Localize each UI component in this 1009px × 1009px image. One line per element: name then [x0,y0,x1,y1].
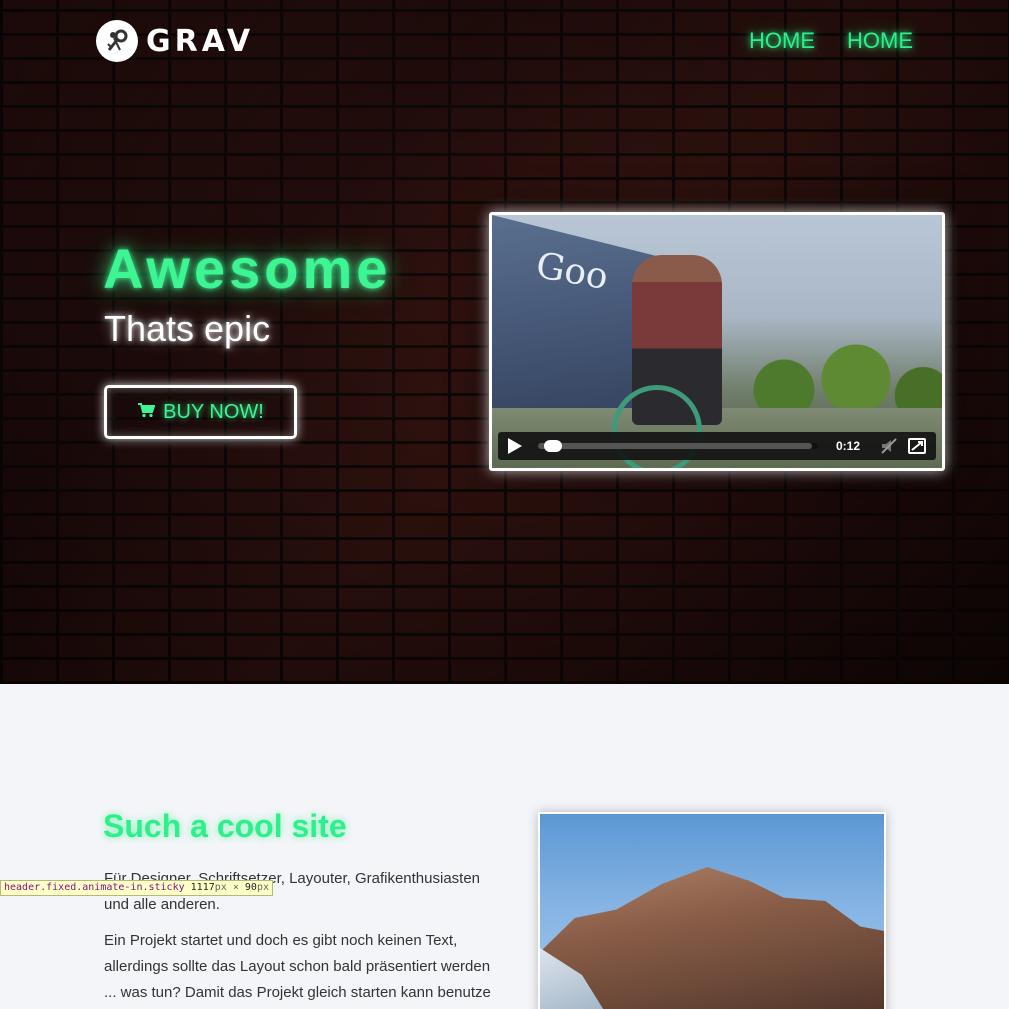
nav-link-home-2[interactable]: HOME [847,28,913,54]
hero-subheadline: Thats epic [104,308,271,349]
devtools-height: 90 [244,882,257,893]
video-progress-knob[interactable] [543,440,562,452]
keys-logo-icon [96,20,138,62]
devtools-selector: header.fixed.animate-in.sticky [4,882,185,893]
section-title: Such a cool site [103,808,347,844]
devtools-width: 1117 [190,882,215,893]
site-header: GRAV HOME HOME [0,0,1009,90]
hero-section: GRAV HOME HOME Awesome Thats epic BUY NO… [0,0,1009,684]
main-nav: HOME HOME [749,28,913,54]
content-section: Such a cool site Für Designer, Schriftse… [0,684,1009,1009]
video-controls: 0:12 [498,432,936,460]
logo[interactable]: GRAV [96,20,254,62]
play-icon[interactable] [508,438,522,454]
mountain-photo [538,812,886,1009]
fullscreen-icon[interactable] [908,438,926,454]
video-buffer-fill [538,443,813,449]
devtools-element-tooltip: header.fixed.animate-in.sticky 1117px × … [0,880,273,896]
buy-now-button[interactable]: BUY NOW! [104,385,297,439]
cart-icon [137,401,156,424]
rock-cliff [540,867,884,1009]
video-progress-bar[interactable] [538,440,818,452]
devtools-unit: px [214,882,227,893]
logo-text: GRAV [146,23,255,59]
devtools-times: × [232,882,239,893]
hero-headline: Awesome [103,237,392,300]
devtools-unit-2: px [256,882,269,893]
section-paragraph-2: Ein Projekt startet und doch es gibt noc… [104,932,491,1001]
video-time: 0:12 [835,439,860,453]
video-player[interactable]: Goo 0:12 [489,212,945,471]
mute-icon[interactable] [880,437,898,455]
nav-link-home[interactable]: HOME [749,28,815,54]
buy-now-label: BUY NOW! [163,400,264,423]
